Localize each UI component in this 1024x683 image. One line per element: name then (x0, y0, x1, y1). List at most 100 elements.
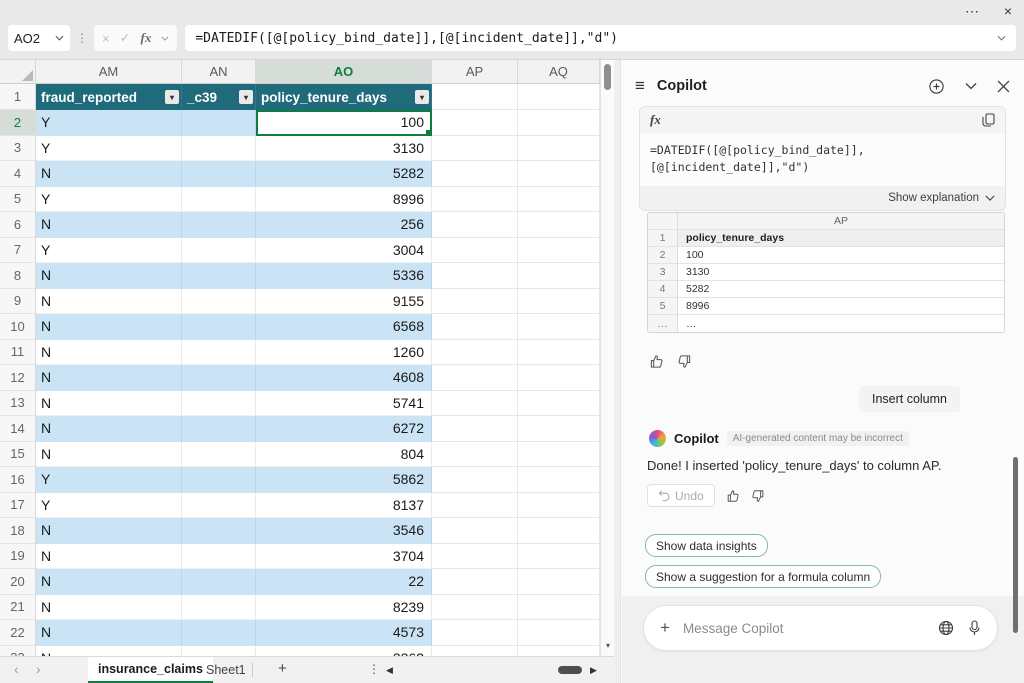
hamburger-menu-icon[interactable]: ≡ (635, 76, 645, 96)
hscroll-left-icon[interactable]: ◀ (386, 665, 393, 676)
row-header[interactable]: 2 (0, 110, 36, 136)
cell-policy-tenure-days[interactable]: 8137 (256, 493, 432, 519)
cell-c39[interactable] (182, 238, 256, 264)
cell-policy-tenure-days[interactable]: 3004 (256, 238, 432, 264)
cell-policy-tenure-days[interactable]: 4608 (256, 365, 432, 391)
horizontal-scrollbar[interactable] (400, 664, 586, 676)
add-sheet-icon[interactable]: + (278, 660, 287, 677)
cell-policy-tenure-days[interactable]: 5862 (256, 467, 432, 493)
thumbs-up-icon[interactable] (649, 354, 664, 369)
cell-c39[interactable] (182, 161, 256, 187)
horizontal-scrollbar-thumb[interactable] (558, 666, 582, 674)
cell-empty-aq[interactable] (518, 544, 600, 570)
cell-empty-ap[interactable] (432, 263, 518, 289)
row-header[interactable]: 8 (0, 263, 36, 289)
column-header-an[interactable]: AN (182, 60, 256, 84)
cell-empty-ap[interactable] (432, 110, 518, 136)
insert-function-icon[interactable]: fx (141, 30, 152, 46)
cell-fraud-reported[interactable]: N (36, 518, 182, 544)
cell-fraud-reported[interactable]: N (36, 161, 182, 187)
cell-fraud-reported[interactable]: N (36, 314, 182, 340)
window-close-icon[interactable]: × (1004, 2, 1012, 20)
row-header[interactable]: 15 (0, 442, 36, 468)
sheet-next-icon[interactable]: › (36, 661, 41, 677)
cell-empty-aq[interactable] (518, 595, 600, 621)
cell-empty-aq[interactable] (518, 314, 600, 340)
row-header[interactable]: 12 (0, 365, 36, 391)
cell-policy-tenure-days[interactable]: 22 (256, 569, 432, 595)
row-header[interactable]: 18 (0, 518, 36, 544)
select-all-corner[interactable] (0, 60, 36, 84)
cell-empty-aq[interactable] (518, 212, 600, 238)
cell-empty-aq[interactable] (518, 620, 600, 646)
row-header[interactable]: 5 (0, 187, 36, 213)
cell-policy-tenure-days[interactable]: 256 (256, 212, 432, 238)
cell-empty-aq[interactable] (518, 365, 600, 391)
cell-fraud-reported[interactable]: N (36, 646, 182, 657)
row-header[interactable]: 6 (0, 212, 36, 238)
row-header[interactable]: 7 (0, 238, 36, 264)
cell-policy-tenure-days[interactable]: 6272 (256, 416, 432, 442)
scroll-down-icon[interactable]: ▾ (601, 641, 615, 650)
cell-empty-ap[interactable] (432, 161, 518, 187)
cell-empty-aq[interactable] (518, 493, 600, 519)
cell-fraud-reported[interactable]: N (36, 442, 182, 468)
row-header[interactable]: 10 (0, 314, 36, 340)
column-header-ao[interactable]: AO (256, 60, 432, 84)
cell-empty-aq[interactable] (518, 467, 600, 493)
cell-fraud-reported[interactable]: Y (36, 238, 182, 264)
cell-fraud-reported[interactable]: Y (36, 136, 182, 162)
cell-empty-ap[interactable] (432, 569, 518, 595)
row-header[interactable]: 22 (0, 620, 36, 646)
cell-policy-tenure-days[interactable]: 5741 (256, 391, 432, 417)
grid-vertical-scrollbar[interactable]: ▾ (600, 60, 614, 656)
cell-empty-ap[interactable] (432, 212, 518, 238)
cell-c39[interactable] (182, 442, 256, 468)
column-header-am[interactable]: AM (36, 60, 182, 84)
cell-c39[interactable] (182, 595, 256, 621)
hscroll-right-icon[interactable]: ▶ (590, 665, 597, 676)
cell-fraud-reported[interactable]: Y (36, 187, 182, 213)
cell-fraud-reported[interactable]: N (36, 620, 182, 646)
row-header[interactable]: 16 (0, 467, 36, 493)
filter-dropdown-icon[interactable]: ▾ (165, 90, 179, 104)
cell-empty-ap[interactable] (432, 595, 518, 621)
copy-icon[interactable] (982, 113, 995, 127)
cell-c39[interactable] (182, 136, 256, 162)
cell-c39[interactable] (182, 187, 256, 213)
cell-c39[interactable] (182, 646, 256, 657)
cell-empty-ap[interactable] (432, 391, 518, 417)
panel-close-icon[interactable] (997, 80, 1010, 93)
cell-policy-tenure-days[interactable]: 1260 (256, 340, 432, 366)
table-header-c39[interactable]: _c39 ▾ (182, 84, 256, 110)
collapse-chevron-down-icon[interactable] (965, 82, 977, 90)
add-attachment-icon[interactable]: + (660, 618, 670, 638)
cell-policy-tenure-days[interactable]: 3546 (256, 518, 432, 544)
enter-icon[interactable]: ✓ (120, 30, 131, 46)
cell-fraud-reported[interactable]: N (36, 289, 182, 315)
row-header[interactable]: 4 (0, 161, 36, 187)
cell-empty-aq[interactable] (518, 187, 600, 213)
cell-c39[interactable] (182, 391, 256, 417)
tab-sheet1[interactable]: Sheet1 (198, 657, 254, 683)
cell-c39[interactable] (182, 518, 256, 544)
cell-fraud-reported[interactable]: N (36, 595, 182, 621)
cell-empty-ap[interactable] (432, 340, 518, 366)
column-header-ap[interactable]: AP (432, 60, 518, 84)
thumbs-up-icon[interactable] (726, 489, 740, 503)
cell-policy-tenure-days[interactable]: 4573 (256, 620, 432, 646)
name-box-chevron-down-icon[interactable] (55, 35, 64, 41)
cell-c39[interactable] (182, 569, 256, 595)
cell-policy-tenure-days[interactable]: 3704 (256, 544, 432, 570)
message-copilot-input[interactable]: + Message Copilot (643, 605, 998, 651)
cell-fraud-reported[interactable]: N (36, 569, 182, 595)
cell-policy-tenure-days[interactable]: 9155 (256, 289, 432, 315)
cell-empty-ap[interactable] (432, 365, 518, 391)
cell-fraud-reported[interactable]: N (36, 365, 182, 391)
cell-c39[interactable] (182, 110, 256, 136)
vertical-scrollbar-thumb[interactable] (604, 64, 611, 90)
cell-empty-ap[interactable] (432, 416, 518, 442)
cell-empty-aq[interactable] (518, 518, 600, 544)
microphone-icon[interactable] (968, 620, 981, 636)
cell-c39[interactable] (182, 289, 256, 315)
